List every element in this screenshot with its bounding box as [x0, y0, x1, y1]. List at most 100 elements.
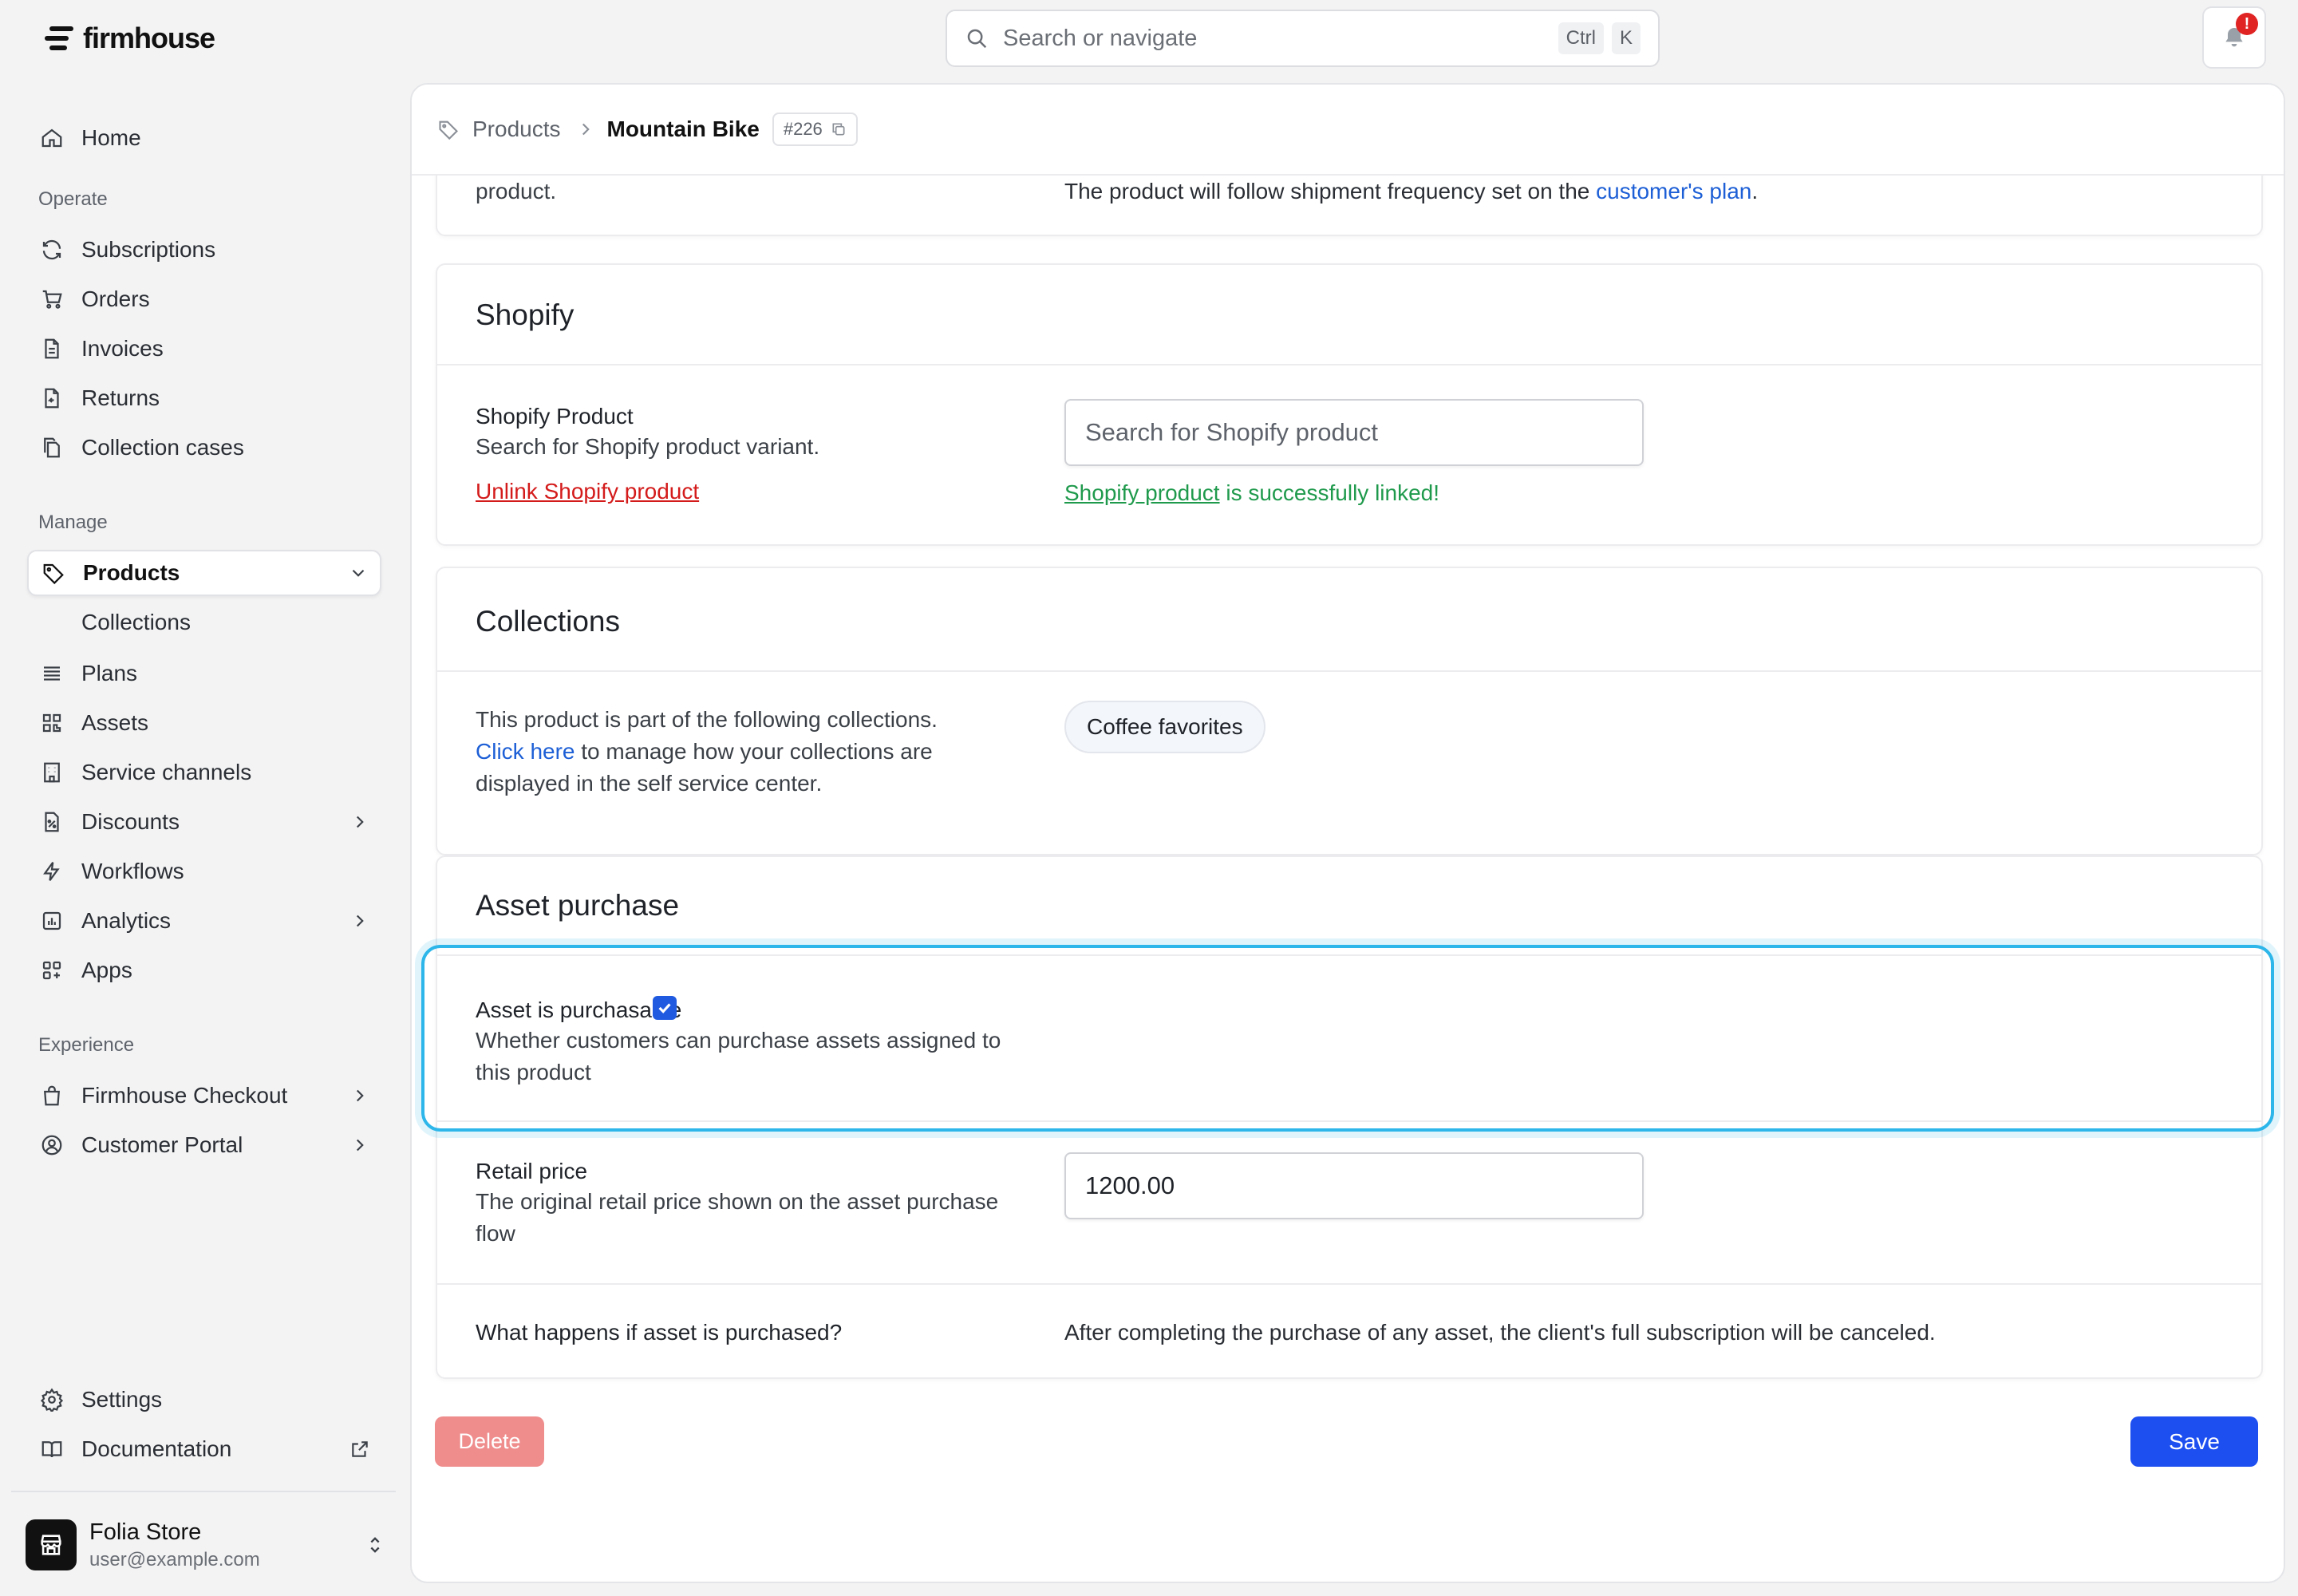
chevron-right-icon[interactable] [349, 1135, 370, 1156]
collections-card: Collections This product is part of the … [436, 567, 2263, 855]
shipment-left-text: product. [476, 179, 557, 203]
chevron-right-icon [582, 123, 590, 136]
sidebar-item-analytics[interactable]: Analytics [27, 898, 381, 944]
retail-price-desc: The original retail price shown on the a… [476, 1189, 999, 1246]
customers-plan-link[interactable]: customer's plan [1596, 179, 1751, 203]
refresh-icon [42, 239, 61, 260]
what-happens-label: What happens if asset is purchased? [476, 1320, 843, 1345]
building-icon [44, 762, 60, 783]
divider [437, 670, 2261, 672]
external-link-icon[interactable] [349, 1439, 370, 1460]
save-button[interactable]: Save [2130, 1416, 2258, 1467]
section-experience: Experience [38, 1034, 135, 1056]
home-icon [41, 128, 62, 148]
shopify-search-input[interactable]: Search for Shopify product [1064, 399, 1644, 466]
sidebar-divider [11, 1491, 396, 1492]
copy-files-icon [44, 437, 60, 458]
checkmark-icon [658, 1003, 671, 1013]
chevron-right-icon[interactable] [349, 1085, 370, 1106]
percent-file-icon [45, 812, 59, 832]
shopify-product-label: Shopify Product [476, 404, 634, 429]
breadcrumb-products-link[interactable]: Products [472, 117, 561, 142]
unlink-shopify-link[interactable]: Unlink Shopify product [476, 476, 699, 508]
cart-icon [42, 290, 62, 309]
book-icon [41, 1441, 62, 1458]
breadcrumb-current: Mountain Bike [606, 117, 760, 141]
shopping-bag-icon [44, 1085, 60, 1106]
sidebar-item-returns[interactable]: Returns [27, 375, 381, 421]
sidebar-item-documentation[interactable]: Documentation [27, 1426, 381, 1472]
sidebar-item-plans[interactable]: Plans [27, 650, 381, 697]
asset-purchase-card: Asset purchase Asset is purchasable Whet… [436, 855, 2263, 1379]
gear-icon [40, 1388, 64, 1412]
bolt-icon [43, 862, 60, 881]
sidebar-item-apps[interactable]: Apps [27, 947, 381, 994]
firmhouse-logo-icon [45, 26, 73, 50]
store-icon [41, 1535, 61, 1555]
asset-purchasable-checkbox[interactable] [653, 996, 677, 1020]
sidebar-item-workflows[interactable]: Workflows [27, 848, 381, 895]
retail-price-input[interactable]: 1200.00 [1064, 1152, 1644, 1219]
sidebar-item-firmhouse-checkout[interactable]: Firmhouse Checkout [27, 1073, 381, 1119]
chevron-right-icon[interactable] [349, 911, 370, 931]
sidebar-item-service-channels[interactable]: Service channels [27, 749, 381, 796]
chevron-up-down-icon[interactable] [364, 1534, 386, 1556]
sidebar-item-collections[interactable]: Collections [27, 599, 381, 646]
search-input[interactable]: Search or navigate [1003, 26, 1550, 52]
shopify-link-status: Shopify product is successfully linked! [1064, 480, 1440, 505]
retail-price-label: Retail price [476, 1159, 588, 1183]
shortcut-k: K [1611, 22, 1641, 54]
shopify-product-desc: Search for Shopify product variant. [476, 434, 820, 459]
shopify-card: Shopify Shopify Product Search for Shopi… [436, 263, 2263, 546]
asset-purchasable-label: Asset is purchasable [476, 998, 682, 1022]
divider [437, 1120, 2261, 1122]
sidebar-item-discounts[interactable]: Discounts [27, 799, 381, 845]
shopify-product-link[interactable]: Shopify product [1064, 480, 1220, 505]
sidebar-item-assets[interactable]: Assets [27, 700, 381, 746]
section-operate: Operate [38, 188, 108, 210]
store-switcher[interactable]: Folia Store user@example.com [26, 1515, 393, 1575]
sidebar-item-products[interactable]: Products [27, 550, 381, 596]
sidebar-item-collection-cases[interactable]: Collection cases [27, 425, 381, 471]
product-id: #226 [783, 119, 823, 139]
sidebar-item-orders[interactable]: Orders [27, 276, 381, 322]
sidebar-item-invoices[interactable]: Invoices [27, 326, 381, 372]
collection-chip[interactable]: Coffee favorites [1064, 701, 1265, 753]
shopify-title: Shopify [476, 298, 574, 331]
sidebar-item-settings[interactable]: Settings [27, 1377, 381, 1423]
divider [437, 364, 2261, 365]
store-email: user@example.com [89, 1548, 260, 1570]
return-file-icon [45, 388, 59, 409]
search-bar[interactable]: Search or navigate Ctrl K [946, 10, 1660, 67]
bar-chart-icon [42, 911, 61, 930]
main-panel: Products Mountain Bike #226 product. The… [410, 83, 2285, 1583]
delete-button[interactable]: Delete [435, 1416, 544, 1467]
collections-title: Collections [476, 605, 620, 638]
shortcut-ctrl: Ctrl [1558, 22, 1604, 54]
tag-icon [43, 563, 64, 585]
sidebar-item-customer-portal[interactable]: Customer Portal [27, 1122, 381, 1168]
brand-name: firmhouse [83, 22, 215, 54]
file-icon [45, 338, 59, 359]
store-name: Folia Store [89, 1519, 202, 1545]
copy-icon[interactable] [831, 121, 847, 137]
qr-code-icon [42, 713, 61, 733]
search-icon [967, 29, 987, 49]
asset-purchasable-desc: Whether customers can purchase assets as… [476, 1028, 1001, 1084]
what-happens-text: After completing the purchase of any ass… [1064, 1320, 1936, 1345]
sidebar-item-subscriptions[interactable]: Subscriptions [27, 227, 381, 273]
section-manage: Manage [38, 512, 108, 533]
notification-badge: ! [2236, 13, 2258, 35]
notifications-button[interactable]: ! [2202, 6, 2266, 69]
apps-grid-icon [42, 961, 61, 980]
user-circle-icon [41, 1135, 62, 1156]
sidebar-item-home[interactable]: Home [27, 115, 381, 161]
divider [437, 1283, 2261, 1285]
chevron-down-icon[interactable] [348, 563, 369, 583]
collections-click-here-link[interactable]: Click here [476, 739, 574, 764]
product-id-badge[interactable]: #226 [772, 113, 858, 146]
store-avatar [26, 1519, 77, 1570]
brand-logo[interactable]: firmhouse [43, 22, 215, 54]
chevron-right-icon[interactable] [349, 812, 370, 832]
breadcrumb: Products Mountain Bike #226 [412, 85, 2284, 176]
